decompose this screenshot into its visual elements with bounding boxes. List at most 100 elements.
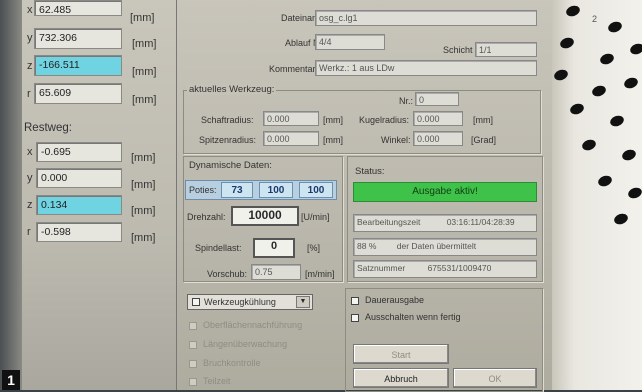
unit-label: [mm] (473, 115, 493, 125)
hole (598, 51, 616, 67)
tool-nr-field: 0 (415, 92, 459, 106)
winkel-field: 0.000 (413, 131, 463, 146)
hole (628, 41, 642, 57)
abbruch-button[interactable]: Abbruch (353, 368, 449, 388)
unit-label: [mm] (132, 66, 157, 78)
dynamic-data-title: Dynamische Daten: (189, 160, 272, 171)
unit-label: [%] (307, 243, 321, 253)
kommentar-label: Kommentar (269, 64, 316, 74)
percent-value: 88 % (357, 241, 377, 251)
werkzeugkuehlung-select[interactable]: Werkzeugkühlung ▼ (187, 294, 313, 310)
ok-button[interactable]: OK (453, 368, 537, 388)
restweg-r-field: -0.598 (36, 222, 122, 242)
status-banner: Ausgabe aktiv! (353, 182, 537, 202)
axis-label-y: y (27, 32, 33, 44)
poti-value-2: 100 (259, 182, 293, 198)
position-y-field: 732.306 (34, 28, 122, 49)
spindellast-label: Spindellast: (195, 243, 242, 253)
panel-edge (0, 0, 22, 390)
bearbeitungszeit-label: Bearbeitungszeit (357, 217, 421, 227)
bruch-checkbox[interactable] (189, 360, 197, 368)
unit-label: [mm] (323, 115, 343, 125)
kugelradius-label: Kugelradius: (359, 115, 410, 125)
chevron-down-icon[interactable]: ▼ (296, 296, 310, 308)
unit-label: [mm] (130, 12, 155, 24)
unit-label: [m/min] (305, 269, 335, 279)
poties-label: Poties: (189, 185, 217, 195)
oberflaechen-label: Oberflächennachführung (203, 320, 303, 330)
position-r-field: 65.609 (34, 83, 122, 104)
hole (564, 3, 582, 19)
status-title: Status: (355, 166, 385, 177)
schicht-label: Schicht (443, 45, 473, 55)
hole (580, 137, 598, 153)
position-x-field: 62.485 (34, 0, 122, 16)
position-z-field: -166.511 (34, 55, 122, 76)
teilzeit-checkbox[interactable] (189, 378, 197, 386)
werkzeugkuehlung-label: Werkzeugkühlung (204, 297, 276, 307)
hole (558, 35, 576, 51)
drehzahl-label: Drehzahl: (187, 212, 226, 222)
hole (590, 83, 608, 99)
satznummer-row: Satznummer 675531/1009470 (353, 260, 537, 278)
unit-label: [mm] (131, 179, 156, 191)
hole (608, 113, 626, 129)
dauerausgabe-checkbox[interactable] (351, 297, 359, 305)
perforated-panel: 2 (552, 0, 642, 390)
bearbeitungszeit-value: 03:16:11/04:28:39 (446, 217, 515, 227)
ausschalten-label: Ausschalten wenn fertig (365, 312, 461, 322)
kommentar-field: Werkz.: 1 aus LDw (315, 60, 537, 76)
corner-mark: 2 (592, 14, 598, 24)
tool-group-title: aktuelles Werkzeug: (187, 84, 277, 95)
dateiname-field: osg_c.lg1 (315, 10, 537, 26)
unit-label: [Grad] (471, 135, 497, 145)
oberflaechen-checkbox[interactable] (189, 322, 197, 330)
axis-label-r: r (27, 226, 31, 238)
hole (596, 173, 614, 189)
hole (552, 67, 570, 83)
progress-row: 88 % der Daten übermittelt (353, 238, 537, 256)
teilzeit-label: Teilzeit (203, 376, 231, 386)
axis-label-x: x (27, 4, 33, 16)
dauerausgabe-label: Dauerausgabe (365, 295, 425, 305)
hole (626, 185, 642, 201)
drehzahl-field: 10000 (231, 206, 299, 226)
unit-label: [U/min] (301, 212, 330, 222)
unit-label: [mm] (132, 38, 157, 50)
schicht-field: 1/1 (475, 42, 537, 57)
start-button[interactable]: Start (353, 344, 449, 364)
satznummer-label: Satznummer (357, 263, 406, 273)
axis-label-x: x (27, 146, 33, 158)
werkzeugkuehlung-checkbox[interactable] (192, 298, 200, 306)
ablauf-field: 4/4 (315, 34, 385, 50)
hole (606, 19, 624, 35)
spitzenradius-field: 0.000 (263, 131, 319, 146)
kugelradius-field: 0.000 (413, 111, 463, 126)
unit-label: [mm] (132, 94, 157, 106)
spitzenradius-label: Spitzenradius: (199, 135, 257, 145)
percent-text: der Daten übermittelt (396, 241, 477, 251)
hole (568, 101, 586, 117)
unit-label: [mm] (323, 135, 343, 145)
schaftradius-field: 0.000 (263, 111, 319, 126)
axis-label-y: y (27, 172, 33, 184)
hole (620, 147, 638, 163)
axis-label-z: z (27, 60, 33, 72)
unit-label: [mm] (131, 152, 156, 164)
vorschub-label: Vorschub: (207, 269, 248, 279)
bruch-label: Bruchkontrolle (203, 358, 261, 368)
laengen-checkbox[interactable] (189, 341, 197, 349)
unit-label: [mm] (131, 205, 156, 217)
poti-value-3: 100 (299, 182, 333, 198)
hole (622, 75, 640, 91)
winkel-label: Winkel: (381, 135, 411, 145)
spindellast-field: 0 (253, 238, 295, 258)
vorschub-field: 0.75 (251, 264, 301, 280)
axis-position-panel: x 62.485 [mm] y 732.306 [mm] z -166.511 … (0, 0, 176, 390)
poti-value-1: 73 (221, 182, 253, 198)
laengen-label: Längenüberwachung (203, 339, 288, 349)
hole (612, 211, 630, 227)
bearbeitungszeit-row: Bearbeitungszeit 03:16:11/04:28:39 (353, 214, 537, 232)
ausschalten-checkbox[interactable] (351, 314, 359, 322)
unit-label: [mm] (131, 232, 156, 244)
